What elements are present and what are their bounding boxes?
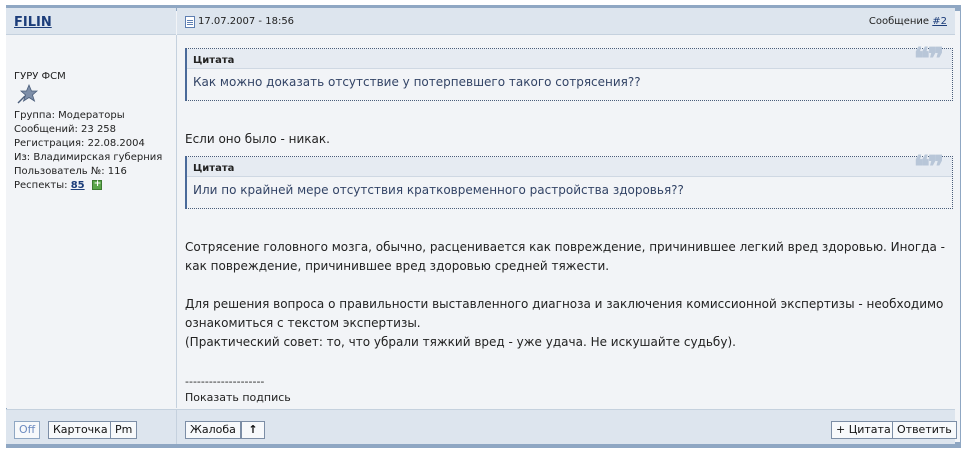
report-button[interactable]: Жалоба <box>185 421 241 439</box>
author-user-number: Пользователь №: 116 <box>14 166 127 177</box>
quote-header: Цитата ❝❞ <box>187 153 952 183</box>
author-name-link[interactable]: FILIN <box>14 15 52 30</box>
quote-text: Как можно доказать отсутствие у потерпев… <box>193 75 641 89</box>
quote-button[interactable]: + Цитата <box>831 421 896 439</box>
reply-button[interactable]: Ответить <box>892 421 957 439</box>
quote-label: Цитата <box>193 163 235 174</box>
scroll-up-icon[interactable]: ↑ <box>241 421 265 439</box>
pm-button[interactable]: Pm <box>110 421 138 439</box>
post-header: 17.07.2007 - 18:56 Сообщение #2 <box>177 8 955 35</box>
post-text: ознакомиться с текстом экспертизы. <box>185 316 421 330</box>
online-status-button[interactable]: Off <box>14 421 41 439</box>
quote-text: Или по крайней мере отсутствия кратковре… <box>193 183 684 197</box>
author-footer: Off Карточка Pm <box>6 409 177 444</box>
signature-separator: -------------------- <box>185 375 265 388</box>
post-body: Цитата ❝❞ Как можно доказать отсутствие … <box>177 35 955 408</box>
post-text: Для решения вопроса о правильности выста… <box>185 297 944 311</box>
quote-block: Цитата ❝❞ Или по крайней мере отсутствия… <box>185 153 953 209</box>
author-location: Из: Владимирская губерния <box>14 152 163 163</box>
post-number-link[interactable]: #2 <box>932 16 947 27</box>
respect-count-link[interactable]: 85 <box>71 180 85 191</box>
respect-label: Респекты: <box>14 180 71 191</box>
rank-star-icon <box>17 83 38 104</box>
author-info-panel: ГУРУ ФСМ Группа: Модераторы Сообщений: 2… <box>6 35 177 408</box>
post-text: как повреждение, причинившее вред здоров… <box>185 259 610 273</box>
document-icon <box>185 16 195 28</box>
author-respect: Респекты: 85 <box>14 177 162 193</box>
profile-card-button[interactable]: Карточка <box>48 421 113 439</box>
author-registration: Регистрация: 22.08.2004 <box>14 138 145 149</box>
author-rank: ГУРУ ФСМ <box>14 71 66 82</box>
quote-marks-icon: ❝❞ <box>913 150 944 185</box>
post-number: Сообщение #2 <box>869 16 947 27</box>
author-group: Группа: Модераторы <box>14 110 125 121</box>
quote-label: Цитата <box>193 55 235 66</box>
post-text: Если оно было - никак. <box>185 132 330 146</box>
post-text: Сотрясение головного мозга, обычно, расц… <box>185 240 945 254</box>
show-signature-link[interactable]: Показать подпись <box>185 391 291 405</box>
author-posts: Сообщений: 23 258 <box>14 124 117 135</box>
quote-header: Цитата ❝❞ <box>187 45 952 75</box>
post-footer: Жалоба ↑ + Цитата Ответить <box>177 409 957 444</box>
quote-marks-icon: ❝❞ <box>913 42 944 77</box>
respect-plus-icon[interactable] <box>91 177 102 191</box>
post-date: 17.07.2007 - 18:56 <box>198 16 295 27</box>
author-header: FILIN <box>6 8 176 35</box>
quote-block: Цитата ❝❞ Как можно доказать отсутствие … <box>185 45 953 101</box>
post-text: (Практический совет: то, что убрали тяжк… <box>185 335 736 349</box>
post-number-label: Сообщение <box>868 16 933 27</box>
author-details: Группа: Модераторы Сообщений: 23 258 Рег… <box>14 109 162 193</box>
